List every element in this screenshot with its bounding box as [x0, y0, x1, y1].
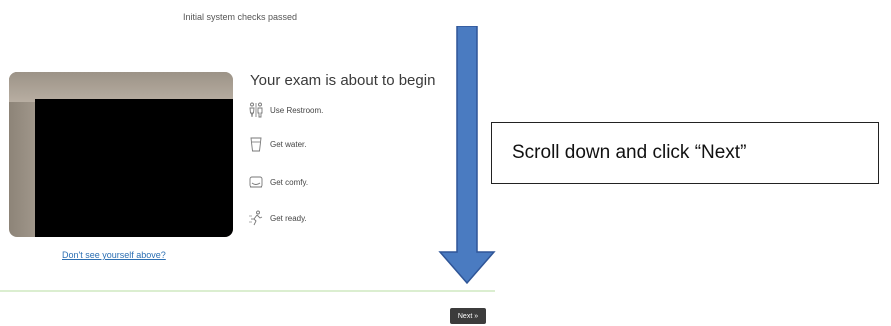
checklist-item-ready: Get ready. — [248, 208, 307, 228]
exam-launch-screen: Initial system checks passed Don't see y… — [0, 0, 500, 326]
checklist-label: Get ready. — [270, 213, 307, 223]
section-divider — [0, 290, 495, 292]
checklist-label: Get water. — [270, 139, 307, 149]
checklist-label: Get comfy. — [270, 177, 309, 187]
system-check-status: Initial system checks passed — [182, 12, 298, 22]
redacted-area — [35, 99, 233, 237]
water-glass-icon — [248, 136, 264, 152]
webcam-preview — [9, 72, 233, 237]
running-person-icon — [248, 210, 264, 226]
armchair-icon — [248, 174, 264, 190]
instruction-callout: Scroll down and click “Next” — [491, 122, 879, 184]
next-button[interactable]: Next » — [450, 308, 486, 324]
dont-see-yourself-link[interactable]: Don't see yourself above? — [62, 250, 166, 260]
scroll-down-arrow-icon — [438, 26, 496, 285]
checklist-item-water: Get water. — [248, 134, 306, 154]
checklist-item-comfy: Get comfy. — [248, 172, 308, 192]
webcam-background — [9, 72, 233, 102]
checklist-label: Use Restroom. — [270, 105, 324, 115]
restroom-icon — [248, 102, 264, 118]
checklist-item-restroom: Use Restroom. — [248, 100, 323, 120]
callout-text: Scroll down and click “Next” — [512, 142, 747, 163]
exam-begin-title: Your exam is about to begin — [250, 72, 436, 89]
